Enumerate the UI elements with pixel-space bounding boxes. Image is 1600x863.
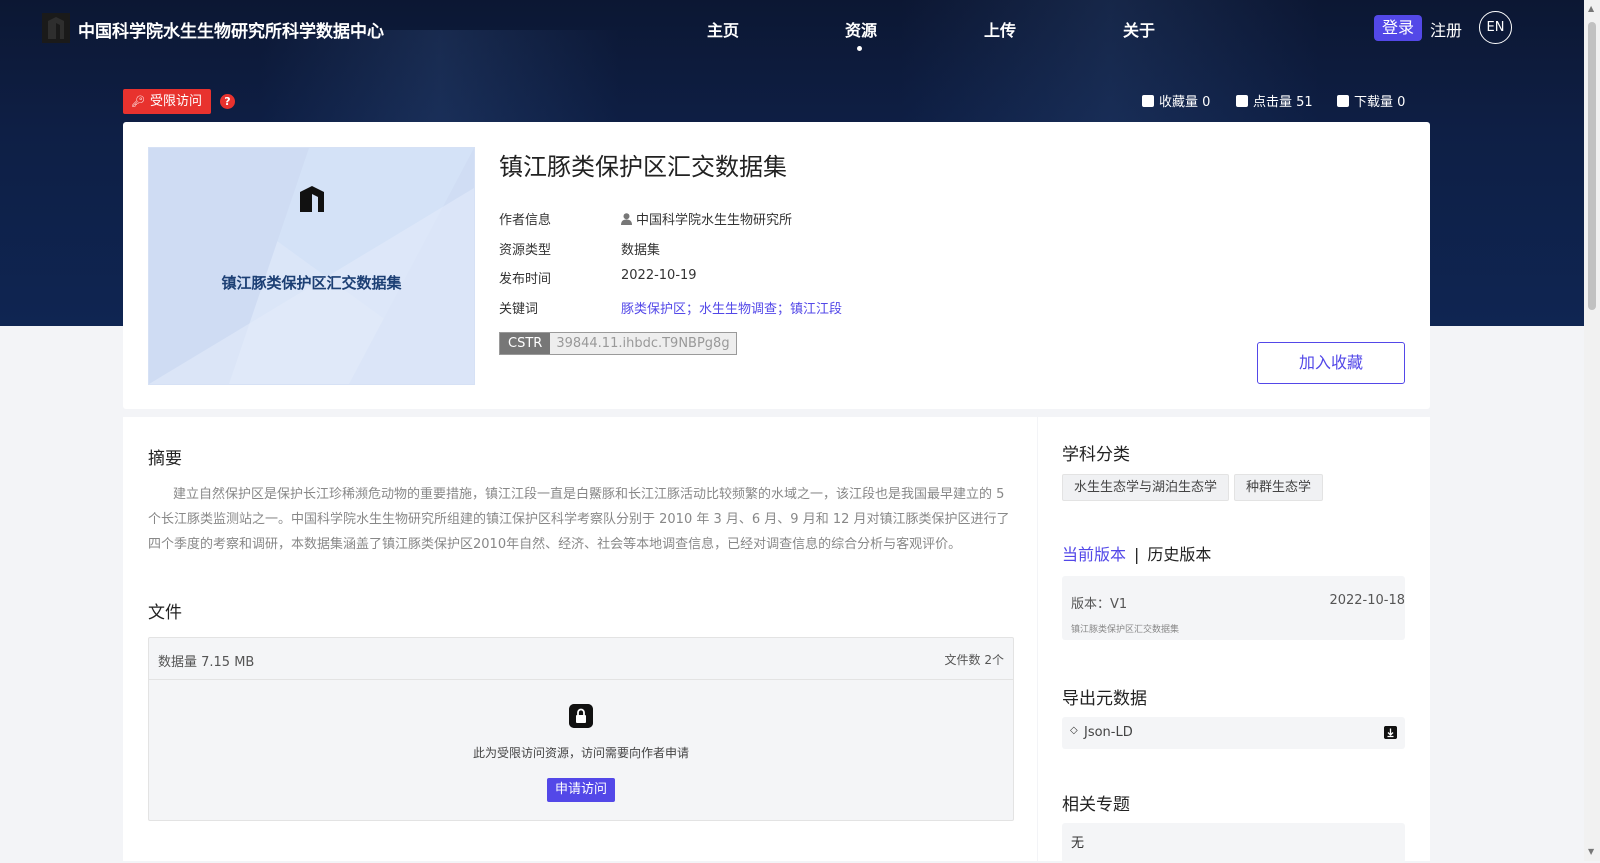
version-label: 版本：V1	[1071, 597, 1128, 612]
help-icon[interactable]: ?	[220, 94, 235, 109]
downloads-count: 下载量 0	[1337, 91, 1405, 110]
page-scrollbar[interactable]: ▲ ▼	[1584, 0, 1600, 861]
favorites-count-label: 收藏量 0	[1159, 95, 1211, 110]
restricted-message: 此为受限访问资源，访问需要向作者申请	[472, 746, 689, 760]
lock-icon	[569, 704, 593, 728]
cstr-value: 39844.11.ihbdc.T9NBPg8g	[550, 333, 736, 354]
apply-access-button[interactable]: 申请访问	[547, 778, 615, 802]
diamond-icon: ◇	[1070, 725, 1078, 736]
export-heading: 导出元数据	[1062, 689, 1147, 709]
add-favorite-button[interactable]: 加入收藏	[1257, 342, 1405, 384]
key-icon: 🔑︎	[131, 95, 145, 108]
author-name: 中国科学院水生生物研究所	[636, 213, 793, 228]
dataset-title: 镇江豚类保护区汇交数据集	[499, 153, 787, 181]
nav-resources[interactable]: 资源	[845, 17, 877, 41]
version-tab-separator: |	[1134, 545, 1140, 564]
tab-history-version[interactable]: 历史版本	[1147, 545, 1211, 564]
files-count: 文件数 2个	[944, 653, 1004, 667]
abstract-heading: 摘要	[148, 449, 182, 469]
download-icon	[1337, 95, 1349, 107]
related-topics: 无	[1062, 823, 1405, 863]
main-content-card: 摘要 建立自然保护区是保护长江珍稀濒危动物的重要措施，镇江江段一直是白鱀豚和长江…	[123, 417, 1037, 861]
date-value: 2022-10-19	[621, 268, 697, 283]
bookmark-icon	[1142, 95, 1154, 107]
abstract-text: 建立自然保护区是保护长江珍稀濒危动物的重要措施，镇江江段一直是白鱀豚和长江江豚活…	[148, 487, 1010, 552]
nav-about[interactable]: 关于	[1123, 17, 1155, 41]
clicks-count: 点击量 51	[1236, 91, 1313, 110]
files-size: 数据量 7.15 MB	[158, 655, 255, 670]
top-navbar: 中国科学院水生生物研究所科学数据中心 主页 资源 上传 关于 登录 注册 EN	[0, 0, 1584, 58]
scroll-down-icon[interactable]: ▼	[1588, 847, 1594, 856]
subject-tag[interactable]: 种群生态学	[1234, 474, 1324, 501]
date-label: 发布时间	[499, 272, 552, 287]
export-metadata-item[interactable]: ◇ Json-LD	[1062, 717, 1405, 749]
download-icon[interactable]	[1384, 726, 1397, 739]
login-button[interactable]: 登录	[1374, 15, 1422, 41]
keywords-value[interactable]: 豚类保护区；水生生物调查；镇江江段	[621, 298, 842, 317]
downloads-count-label: 下载量 0	[1354, 95, 1406, 110]
nav-upload[interactable]: 上传	[984, 17, 1016, 41]
type-value: 数据集	[621, 243, 661, 258]
keywords-label: 关键词	[499, 302, 539, 317]
files-panel-header: 数据量 7.15 MB 文件数 2个	[149, 638, 1013, 680]
version-tabs: 当前版本 | 历史版本	[1062, 541, 1211, 565]
eye-icon	[1236, 95, 1248, 107]
cover-logo-icon	[300, 186, 324, 212]
version-item[interactable]: 版本：V1 2022-10-18 镇江豚类保护区汇交数据集	[1062, 576, 1405, 640]
restricted-access-badge: 🔑︎ 受限访问	[123, 89, 211, 114]
register-link[interactable]: 注册	[1430, 17, 1462, 41]
sidebar-card: 学科分类 水生生态学与湖泊生态学 种群生态学 当前版本 | 历史版本 版本：V1 2…	[1038, 417, 1430, 863]
export-format-label: Json-LD	[1084, 725, 1133, 740]
clicks-count-label: 点击量 51	[1253, 95, 1313, 110]
site-logo-icon[interactable]	[42, 13, 70, 43]
user-icon	[621, 213, 632, 225]
dataset-header-card: 镇江豚类保护区汇交数据集 镇江豚类保护区汇交数据集 作者信息 中国科学院水生生物…	[123, 122, 1430, 409]
files-heading: 文件	[148, 603, 182, 623]
cstr-identifier[interactable]: CSTR 39844.11.ihbdc.T9NBPg8g	[499, 332, 737, 355]
site-title[interactable]: 中国科学院水生生物研究所科学数据中心	[78, 17, 384, 42]
files-panel: 数据量 7.15 MB 文件数 2个 此为受限访问资源，访问需要向作者申请 申请…	[148, 637, 1014, 821]
favorites-count: 收藏量 0	[1142, 91, 1210, 110]
cstr-key: CSTR	[500, 333, 551, 354]
subject-heading: 学科分类	[1062, 445, 1130, 465]
scroll-up-icon[interactable]: ▲	[1588, 4, 1594, 13]
related-value: 无	[1071, 836, 1085, 851]
scrollbar-thumb[interactable]	[1588, 22, 1596, 310]
type-label: 资源类型	[499, 243, 552, 258]
nav-home[interactable]: 主页	[707, 17, 739, 41]
tab-current-version[interactable]: 当前版本	[1062, 545, 1126, 564]
author-value: 中国科学院水生生物研究所	[621, 209, 792, 228]
restricted-access-label: 受限访问	[150, 94, 203, 109]
language-toggle[interactable]: EN	[1479, 11, 1512, 44]
related-heading: 相关专题	[1062, 795, 1130, 815]
cover-title: 镇江豚类保护区汇交数据集	[221, 274, 402, 292]
version-date: 2022-10-18	[1329, 593, 1405, 608]
subject-tag[interactable]: 水生生态学与湖泊生态学	[1062, 474, 1230, 501]
nav-active-indicator	[857, 46, 862, 51]
version-name: 镇江豚类保护区汇交数据集	[1071, 625, 1180, 635]
author-label: 作者信息	[499, 213, 552, 228]
dataset-cover-image: 镇江豚类保护区汇交数据集	[148, 147, 475, 385]
